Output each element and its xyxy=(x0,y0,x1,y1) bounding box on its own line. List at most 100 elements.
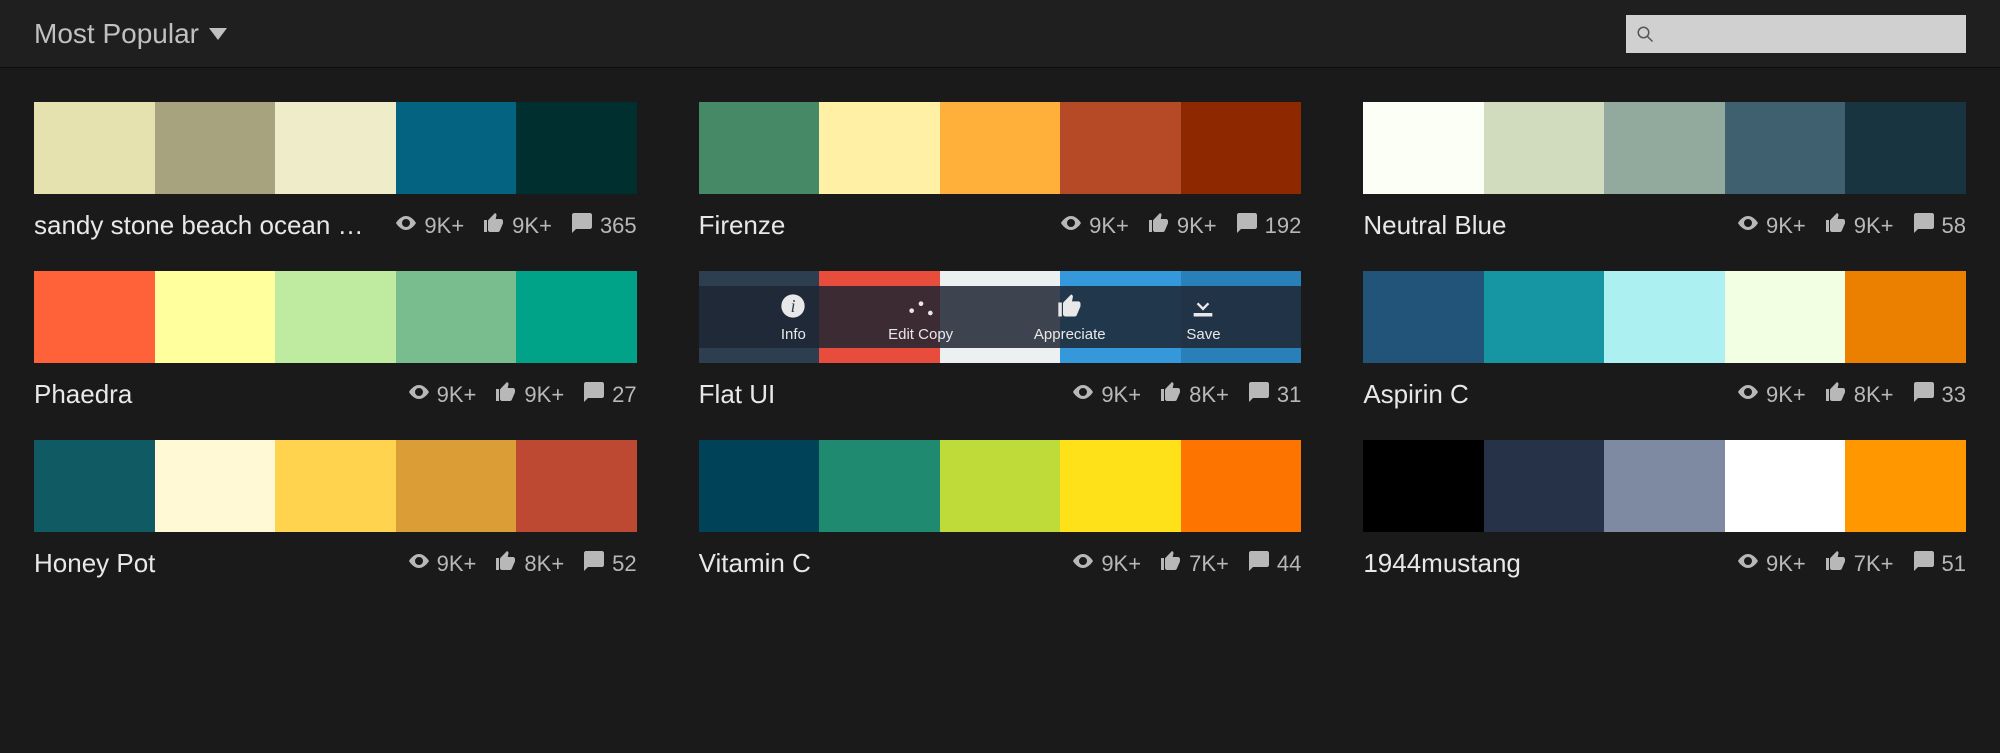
thumbs-up-icon xyxy=(1824,211,1848,241)
stat-value: 8K+ xyxy=(1854,382,1894,408)
swatch-strip[interactable] xyxy=(1363,271,1966,363)
stat-value: 365 xyxy=(600,213,637,239)
thumbs-up-icon xyxy=(1056,292,1084,324)
thumbs-up-icon xyxy=(1824,549,1848,579)
swatch xyxy=(396,102,517,194)
comments-stat: 31 xyxy=(1247,380,1301,410)
views-stat: 9K+ xyxy=(1736,211,1806,241)
comments-stat: 51 xyxy=(1912,549,1966,579)
swatch-strip[interactable] xyxy=(699,440,1302,532)
palette-name: sandy stone beach ocean … xyxy=(34,210,376,241)
views-stat: 9K+ xyxy=(1736,549,1806,579)
palette-card[interactable]: Vitamin C9K+7K+44 xyxy=(699,440,1302,579)
palette-card[interactable]: Honey Pot9K+8K+52 xyxy=(34,440,637,579)
palette-meta: Vitamin C9K+7K+44 xyxy=(699,532,1302,579)
swatch xyxy=(1725,271,1846,363)
swatch-strip[interactable] xyxy=(1363,440,1966,532)
swatch xyxy=(1181,102,1302,194)
comments-stat: 44 xyxy=(1247,549,1301,579)
eye-icon xyxy=(1059,211,1083,241)
overlay-action-label: Info xyxy=(781,326,806,343)
swatch xyxy=(1604,271,1725,363)
search-box[interactable] xyxy=(1626,15,1966,53)
palette-meta: Firenze9K+9K+192 xyxy=(699,194,1302,241)
swatch xyxy=(1484,440,1605,532)
palette-name: Aspirin C xyxy=(1363,379,1718,410)
comment-icon xyxy=(1247,380,1271,410)
views-stat: 9K+ xyxy=(407,549,477,579)
overlay-action-label: Save xyxy=(1186,326,1220,343)
eye-icon xyxy=(1736,549,1760,579)
comments-stat: 365 xyxy=(570,211,637,241)
palette-card[interactable]: Firenze9K+9K+192 xyxy=(699,102,1302,241)
eye-icon xyxy=(407,380,431,410)
stat-value: 9K+ xyxy=(1766,551,1806,577)
swatch-strip[interactable] xyxy=(699,102,1302,194)
swatch xyxy=(1725,440,1846,532)
search-icon xyxy=(1636,25,1654,43)
stat-value: 9K+ xyxy=(437,551,477,577)
swatch xyxy=(1363,440,1484,532)
likes-stat: 8K+ xyxy=(1159,380,1229,410)
palette-card[interactable]: Aspirin C9K+8K+33 xyxy=(1363,271,1966,410)
palette-card[interactable]: Neutral Blue9K+9K+58 xyxy=(1363,102,1966,241)
edit-copy-action[interactable]: Edit Copy xyxy=(888,292,953,343)
swatch xyxy=(275,271,396,363)
palette-card[interactable]: sandy stone beach ocean …9K+9K+365 xyxy=(34,102,637,241)
thumbs-up-icon xyxy=(1159,549,1183,579)
comment-icon xyxy=(570,211,594,241)
swatch xyxy=(940,102,1061,194)
swatch xyxy=(1604,440,1725,532)
eye-icon xyxy=(1736,380,1760,410)
palette-meta: Phaedra9K+9K+27 xyxy=(34,363,637,410)
comment-icon xyxy=(1912,549,1936,579)
palette-grid: sandy stone beach ocean … 9K+ 9K+ 365 Firenz… xyxy=(0,68,2000,579)
swatch xyxy=(155,271,276,363)
likes-stat: 8K+ xyxy=(1824,380,1894,410)
stat-value: 9K+ xyxy=(1101,382,1141,408)
stat-value: 9K+ xyxy=(1177,213,1217,239)
swatch-strip[interactable] xyxy=(1363,102,1966,194)
palette-card[interactable]: 1944mustang9K+7K+51 xyxy=(1363,440,1966,579)
palette-name: Firenze xyxy=(699,210,1041,241)
palette-name: Vitamin C xyxy=(699,548,1054,579)
save-action[interactable]: Save xyxy=(1186,292,1220,343)
thumbs-up-icon xyxy=(494,380,518,410)
swatch xyxy=(699,102,820,194)
palette-card[interactable]: iInfoEdit CopyAppreciateSaveFlat UI9K+8K… xyxy=(699,271,1302,410)
swatch-strip[interactable] xyxy=(34,102,637,194)
stat-value: 7K+ xyxy=(1854,551,1894,577)
search-input[interactable] xyxy=(1654,23,1956,44)
swatch-strip[interactable] xyxy=(34,271,637,363)
stat-value: 31 xyxy=(1277,382,1301,408)
thumbs-up-icon xyxy=(494,549,518,579)
views-stat: 9K+ xyxy=(1071,380,1141,410)
palette-meta: Honey Pot9K+8K+52 xyxy=(34,532,637,579)
info-action[interactable]: iInfo xyxy=(779,292,807,343)
swatch xyxy=(940,440,1061,532)
stat-value: 9K+ xyxy=(424,213,464,239)
appreciate-action[interactable]: Appreciate xyxy=(1034,292,1106,343)
comment-icon xyxy=(1912,380,1936,410)
likes-stat: 8K+ xyxy=(494,549,564,579)
sort-dropdown[interactable]: Most Popular xyxy=(34,18,227,50)
stat-value: 9K+ xyxy=(1101,551,1141,577)
swatch xyxy=(516,440,637,532)
palette-name: Phaedra xyxy=(34,379,389,410)
swatch xyxy=(819,102,940,194)
stat-value: 52 xyxy=(612,551,636,577)
swatch-strip[interactable] xyxy=(34,440,637,532)
stat-value: 58 xyxy=(1942,213,1966,239)
thumbs-up-icon xyxy=(482,211,506,241)
swatch-strip[interactable]: iInfo Edit Copy Appreciate Save xyxy=(699,271,1302,363)
swatch xyxy=(396,271,517,363)
swatch xyxy=(275,102,396,194)
swatch xyxy=(275,440,396,532)
eye-icon xyxy=(1071,549,1095,579)
palette-meta: Neutral Blue9K+9K+58 xyxy=(1363,194,1966,241)
swatch xyxy=(1363,271,1484,363)
comments-stat: 58 xyxy=(1912,211,1966,241)
swatch xyxy=(1484,271,1605,363)
swatch xyxy=(516,102,637,194)
palette-card[interactable]: Phaedra9K+9K+27 xyxy=(34,271,637,410)
